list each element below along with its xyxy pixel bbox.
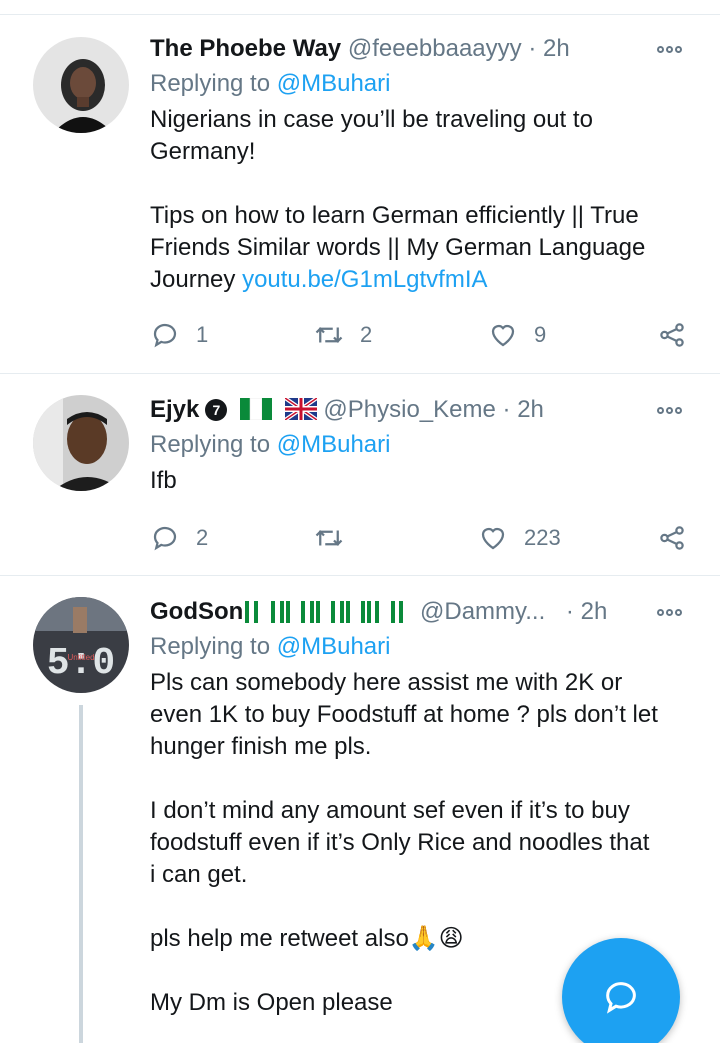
tweet-text-line: Ifb: [150, 467, 177, 494]
verified-badge: 7: [205, 399, 228, 421]
header-separator: ·: [502, 396, 511, 423]
tweet-text-line: hunger finish me pls.: [150, 733, 372, 760]
retweet-button[interactable]: 2: [314, 315, 372, 355]
tweet-text-line: Germany!: [150, 138, 256, 165]
replying-mention[interactable]: @MBuhari: [277, 633, 391, 660]
divider: [0, 575, 720, 576]
tweet-text-line: even 1K to buy Foodstuff at home ? pls d…: [150, 701, 658, 728]
like-count: 9: [534, 322, 547, 347]
timestamp[interactable]: 2h: [581, 598, 608, 625]
divider: [0, 373, 720, 374]
author-handle[interactable]: @Dammy...: [420, 598, 545, 625]
retweet-icon: [315, 327, 343, 343]
pray-weary-emoji: 🙏😩: [408, 925, 464, 952]
replying-prefix: Replying to: [150, 70, 271, 97]
heart-icon: [481, 527, 505, 550]
author-name[interactable]: Ejyk: [150, 396, 199, 423]
reply-count: 2: [196, 525, 209, 550]
share-icon: [660, 526, 684, 550]
tweet-text-line: Journey youtu.be/G1mLgtvfmIA: [150, 264, 686, 296]
replying-to: Replying to @MBuhari: [150, 68, 686, 100]
reply-button[interactable]: 1: [150, 315, 208, 355]
reply-icon: [153, 323, 177, 348]
thread-line: [79, 705, 83, 1043]
author-name[interactable]: GodSon: [150, 598, 243, 625]
more-options-icon[interactable]: [652, 595, 686, 629]
author-name[interactable]: The Phoebe Way: [150, 35, 341, 62]
heart-icon: [491, 324, 515, 347]
tweet-actions: 2 223: [150, 518, 690, 558]
replying-mention[interactable]: @MBuhari: [277, 431, 391, 458]
tweet-actions: 1 2 9: [150, 315, 690, 355]
replying-prefix: Replying to: [150, 431, 271, 458]
author-handle[interactable]: @Physio_Keme: [323, 396, 495, 423]
header-separator: ·: [528, 35, 537, 62]
share-button[interactable]: [657, 315, 687, 355]
reply-count: 1: [196, 322, 209, 347]
share-icon: [660, 323, 684, 347]
nigeria-flag-icon: [240, 398, 273, 420]
tweet-text-line: i can get.: [150, 861, 248, 888]
divider-top: [0, 14, 720, 15]
more-options-icon[interactable]: [652, 32, 686, 66]
replying-mention[interactable]: @MBuhari: [277, 70, 391, 97]
retweet-icon: [315, 530, 343, 546]
tweet-text-line: Tips on how to learn German efficiently …: [150, 202, 639, 229]
retweet-count: 2: [360, 322, 373, 347]
like-button[interactable]: 223: [478, 518, 561, 558]
svg-text:Untitled: Untitled: [67, 653, 94, 662]
timestamp[interactable]: 2h: [543, 35, 570, 62]
timestamp[interactable]: 2h: [517, 396, 544, 423]
nigeria-flags-icon: [245, 601, 404, 623]
avatar-phoebe[interactable]: [33, 37, 129, 133]
tweet-link[interactable]: youtu.be/G1mLgtvfmIA: [242, 266, 487, 293]
compose-reply-icon: [606, 982, 636, 1014]
tweet-text-fragment: pls help me retweet also: [150, 925, 409, 952]
tweet-text-line: Nigerians in case you’ll be traveling ou…: [150, 106, 593, 133]
tweet-text-line: Pls can somebody here assist me with 2K …: [150, 669, 623, 696]
avatar-godson[interactable]: 5:0 Untitled: [33, 597, 129, 693]
tweet-text-fragment: Journey: [150, 266, 236, 293]
header-separator: ·: [565, 598, 574, 625]
avatar-ejyk[interactable]: [33, 395, 129, 491]
reply-icon: [153, 526, 177, 551]
replying-to: Replying to @MBuhari: [150, 631, 686, 663]
uk-flag-icon: [284, 398, 317, 420]
retweet-button[interactable]: [314, 518, 344, 558]
tweet-text-line: foodstuff even if it’s Only Rice and noo…: [150, 829, 650, 856]
like-count: 223: [524, 525, 561, 550]
more-options-icon[interactable]: [652, 393, 686, 427]
tweet-text: Ifb: [150, 465, 686, 497]
like-button[interactable]: 9: [488, 315, 546, 355]
svg-text:5:0: 5:0: [47, 642, 115, 685]
replying-prefix: Replying to: [150, 633, 271, 660]
share-button[interactable]: [657, 518, 687, 558]
author-handle[interactable]: @feeebbaaayyy: [348, 35, 522, 62]
tweet-text-line: Friends Similar words || My German Langu…: [150, 234, 646, 261]
tweet-text-line: I don’t mind any amount sef even if it’s…: [150, 797, 630, 824]
reply-button[interactable]: 2: [150, 518, 208, 558]
tweet-text: Nigerians in case you’ll be traveling ou…: [150, 104, 686, 296]
replying-to: Replying to @MBuhari: [150, 429, 686, 461]
